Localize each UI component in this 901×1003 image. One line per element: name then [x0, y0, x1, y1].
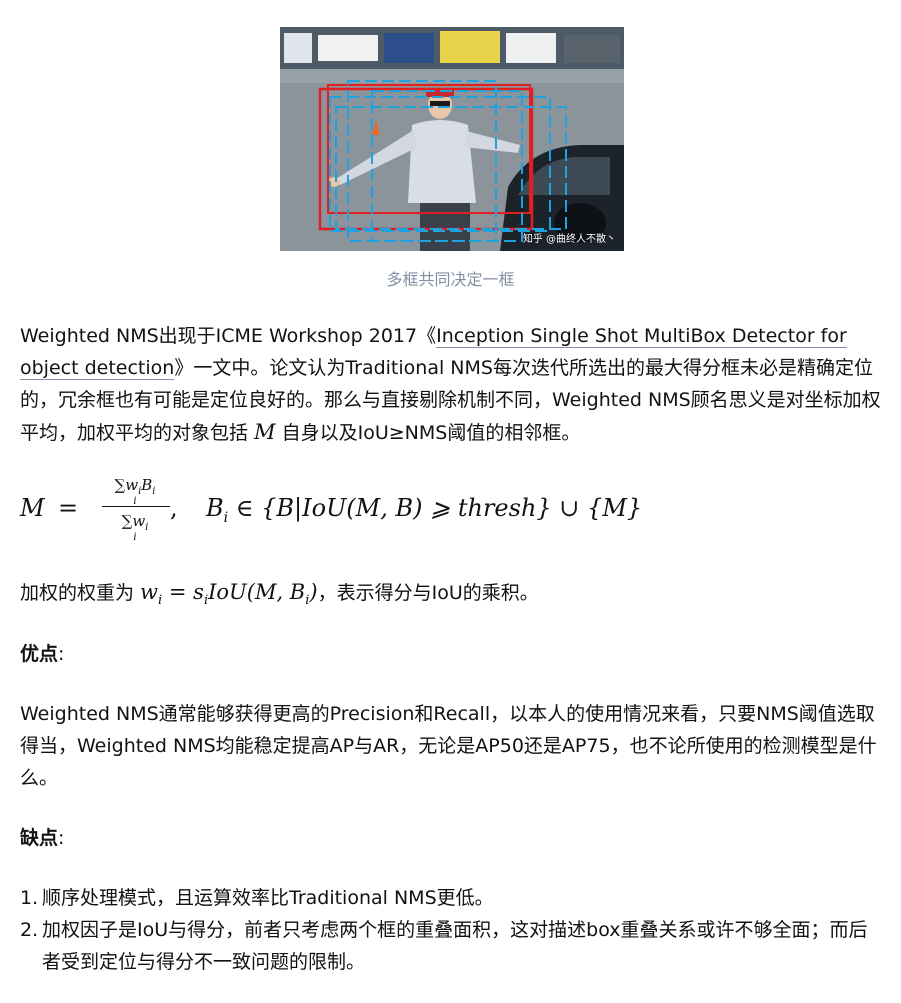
weighted-nms-formula: M = ∑wiBi i ∑wi i , Bi ∈ {B|IoU(M, B) ⩾ …	[20, 470, 720, 550]
formula-denominator: ∑wi i	[121, 512, 149, 543]
weight-text-a: 加权的权重为	[20, 582, 141, 604]
formula-numerator: ∑wiBi i	[114, 476, 156, 507]
cons-heading: 缺点:	[20, 827, 65, 849]
figure-caption: 多框共同决定一框	[386, 270, 515, 289]
intro-text-c: 自身以及IoU≥NMS阈值的相邻框。	[275, 422, 581, 444]
pros-heading: 优点:	[20, 643, 65, 665]
intro-text-a: Weighted NMS出现于ICME Workshop 2017《	[20, 325, 437, 347]
list-item: 1. 顺序处理模式，且运算效率比Traditional NMS更低。	[20, 887, 494, 909]
photo-illustration	[280, 27, 624, 251]
formula-lhs: M	[20, 494, 45, 522]
formula-comma: ,	[170, 494, 178, 522]
list-item: 2. 加权因子是IoU与得分，前者只考虑两个框的重叠面积，这对描述box重叠关系或…	[20, 919, 868, 973]
formula-equals: =	[58, 494, 79, 522]
fraction-bar	[102, 506, 170, 507]
weight-math: wi = siIoU(M, Bi)	[140, 580, 318, 609]
watermark-text: 知乎 @曲终人不散丶	[522, 234, 616, 245]
formula-rhs: Bi ∈ {B|IoU(M, B) ⩾ thresh} ∪ {M}	[206, 494, 643, 526]
intro-paragraph: Weighted NMS出现于ICME Workshop 2017《Incept…	[20, 320, 882, 449]
weight-paragraph: 加权的权重为 wi = siIoU(M, Bi)，表示得分与IoU的乘积。	[20, 576, 882, 617]
pros-paragraph: Weighted NMS通常能够获得更高的Precision和Recall，以本…	[20, 703, 877, 789]
cons-list: 1. 顺序处理模式，且运算效率比Traditional NMS更低。 2. 加权因子…	[20, 882, 882, 978]
formula-fraction: ∑wiBi i ∑wi i	[98, 472, 172, 548]
figure-image: 知乎 @曲终人不散丶	[280, 27, 624, 251]
math-symbol-m: M	[254, 420, 276, 444]
weight-text-b: ，表示得分与IoU的乘积。	[317, 582, 539, 604]
